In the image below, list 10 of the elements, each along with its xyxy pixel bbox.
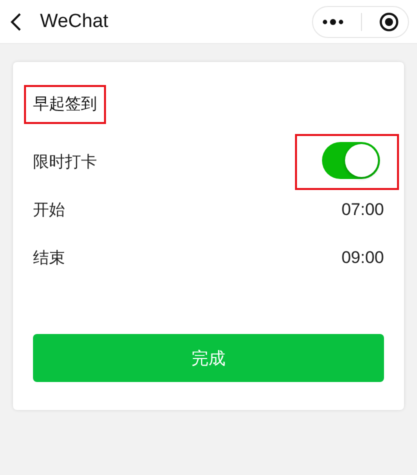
row-label: 开始 <box>33 200 65 220</box>
time-value[interactable]: 09:00 <box>341 248 384 268</box>
card-title: 早起签到 <box>33 94 97 113</box>
time-value[interactable]: 07:00 <box>341 200 384 220</box>
row-label: 结束 <box>33 248 65 268</box>
toggle-switch[interactable] <box>322 142 380 179</box>
nav-title: WeChat <box>40 10 110 32</box>
more-icon[interactable] <box>322 18 344 26</box>
back-icon[interactable] <box>10 12 22 32</box>
row-label: 限时打卡 <box>33 152 97 172</box>
